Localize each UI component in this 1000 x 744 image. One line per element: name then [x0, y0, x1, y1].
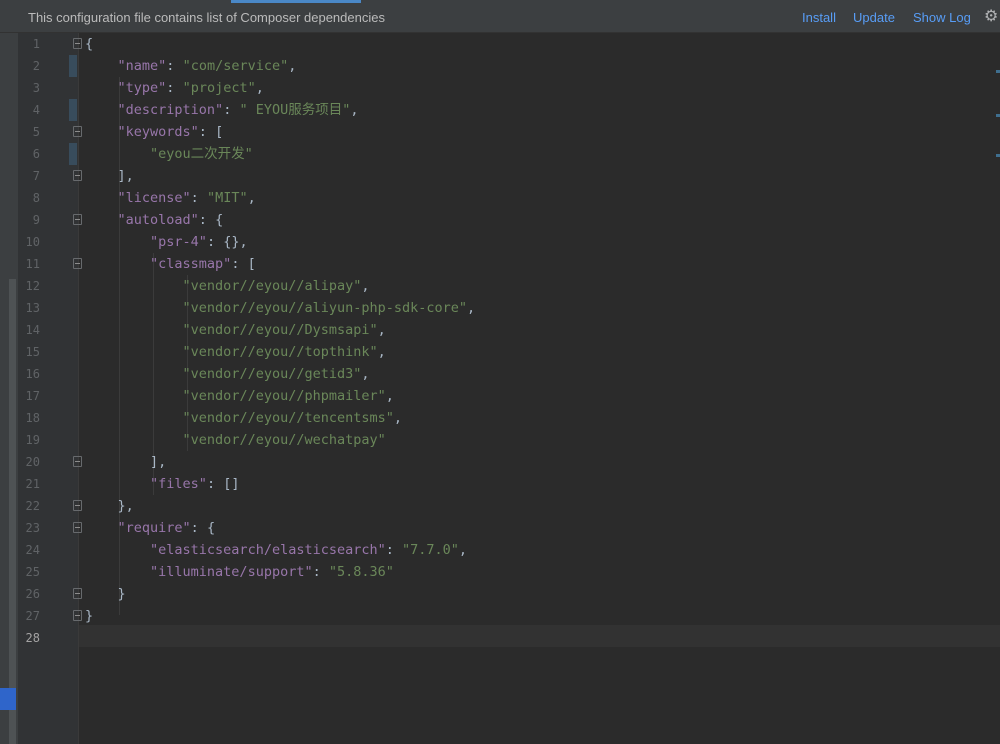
line-number: 11: [25, 257, 40, 271]
line-number: 14: [25, 323, 40, 337]
code-line-10: "psr-4": {},: [150, 234, 248, 250]
code-line-6: "eyou二次开发": [150, 146, 253, 162]
notification-message: This configuration file contains list of…: [28, 10, 385, 25]
code-line-2: "name": "com/service",: [117, 58, 297, 74]
code-line-3: "type": "project",: [117, 80, 264, 96]
scrollbar-marker: [996, 154, 1000, 157]
caret-line-highlight: [79, 625, 1000, 647]
update-link[interactable]: Update: [853, 10, 895, 25]
line-number: 5: [32, 125, 40, 139]
line-number: 3: [32, 81, 40, 95]
line-number: 9: [32, 213, 40, 227]
code-editor[interactable]: { "name": "com/service", "type": "projec…: [79, 33, 1000, 744]
code-line-19: "vendor//eyou//wechatpay": [182, 432, 386, 448]
code-line-13: "vendor//eyou//aliyun-php-sdk-core",: [182, 300, 476, 316]
code-line-12: "vendor//eyou//alipay",: [182, 278, 370, 294]
scrollbar-marker: [996, 70, 1000, 73]
line-number: 1: [32, 37, 40, 51]
editor-gutter[interactable]: 1 2 3 4 5 6 7 8 9 10 11 12 13 14 15 16 17 18 19 20 21 22 23 24 2…: [18, 33, 82, 744]
line-number: 23: [25, 521, 40, 535]
code-line-20: ],: [150, 454, 167, 470]
line-number: 18: [25, 411, 40, 425]
vcs-change-marker[interactable]: [69, 143, 77, 165]
code-line-23: "require": {: [117, 520, 216, 536]
install-link[interactable]: Install: [802, 10, 836, 25]
scrollbar-marker: [996, 114, 1000, 117]
code-line-21: "files": []: [150, 476, 240, 492]
line-number: 24: [25, 543, 40, 557]
line-number: 2: [32, 59, 40, 73]
active-tab-indicator: [231, 0, 361, 3]
left-scrollbar-thumb[interactable]: [9, 279, 16, 744]
line-number: 20: [25, 455, 40, 469]
code-line-4: "description": " EYOU服务项目",: [117, 102, 359, 118]
code-line-9: "autoload": {: [117, 212, 224, 228]
selected-marker: [0, 688, 16, 710]
line-number: 27: [25, 609, 40, 623]
line-number: 21: [25, 477, 40, 491]
line-number: 4: [32, 103, 40, 117]
code-line-7: ],: [117, 168, 134, 184]
line-number: 8: [32, 191, 40, 205]
code-line-27: }: [85, 608, 94, 624]
code-line-16: "vendor//eyou//getid3",: [182, 366, 370, 382]
line-number: 19: [25, 433, 40, 447]
code-line-5: "keywords": [: [117, 124, 224, 140]
vcs-change-marker[interactable]: [69, 55, 77, 77]
line-number: 6: [32, 147, 40, 161]
line-number: 17: [25, 389, 40, 403]
line-number: 26: [25, 587, 40, 601]
show-log-link[interactable]: Show Log: [913, 10, 971, 25]
line-number: 15: [25, 345, 40, 359]
gear-icon[interactable]: ⚙: [984, 7, 1000, 25]
code-line-8: "license": "MIT",: [117, 190, 256, 206]
line-number: 7: [32, 169, 40, 183]
code-line-11: "classmap": [: [150, 256, 256, 272]
line-number: 22: [25, 499, 40, 513]
code-line-18: "vendor//eyou//tencentsms",: [182, 410, 403, 426]
code-line-25: "illuminate/support": "5.8.36": [150, 564, 394, 580]
left-tool-strip: [0, 33, 18, 744]
code-line-14: "vendor//eyou//Dysmsapi",: [182, 322, 386, 338]
notification-bar: This configuration file contains list of…: [0, 0, 1000, 33]
code-line-24: "elasticsearch/elasticsearch": "7.7.0",: [150, 542, 468, 558]
code-line-22: },: [117, 498, 134, 514]
vcs-change-marker[interactable]: [69, 99, 77, 121]
line-number: 13: [25, 301, 40, 315]
code-line-15: "vendor//eyou//topthink",: [182, 344, 386, 360]
line-number: 28: [25, 631, 40, 645]
code-line-1: {: [85, 36, 94, 52]
line-number: 12: [25, 279, 40, 293]
line-number: 25: [25, 565, 40, 579]
line-number: 16: [25, 367, 40, 381]
code-line-26: }: [117, 586, 126, 602]
line-number: 10: [25, 235, 40, 249]
code-line-17: "vendor//eyou//phpmailer",: [182, 388, 394, 404]
